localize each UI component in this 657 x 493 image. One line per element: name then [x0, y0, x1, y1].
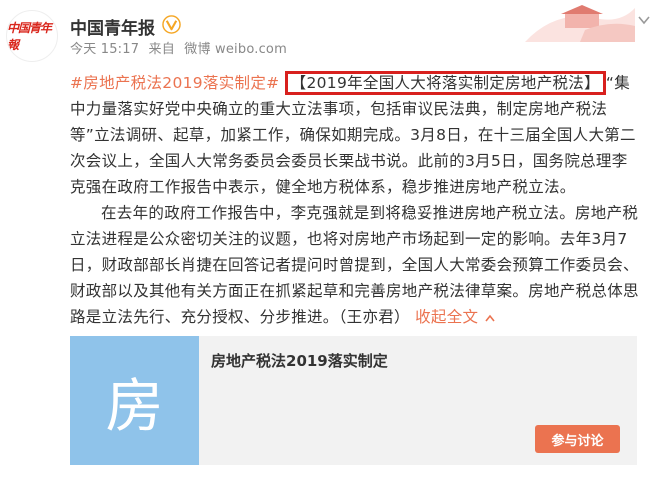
- headline-highlight: 【2019年全国人大将落实制定房地产税法】: [284, 71, 606, 95]
- post-time[interactable]: 今天 15:17: [70, 42, 139, 57]
- avatar-logo-text: 中国青年報: [7, 21, 52, 52]
- post-source-prefix: 来自: [148, 42, 175, 57]
- topic-card-title[interactable]: 房地产税法2019落实制定: [211, 350, 388, 371]
- topic-card[interactable]: 房 房地产税法2019落实制定 参与讨论: [70, 336, 637, 465]
- header-banner-decoration-icon: [525, 0, 635, 42]
- account-name[interactable]: 中国青年报: [70, 14, 155, 39]
- topic-card-thumb-char: 房: [105, 371, 164, 440]
- topic-card-thumbnail: 房: [70, 336, 199, 465]
- collapse-label: 收起全文: [415, 308, 479, 326]
- collapse-link[interactable]: 收起全文: [415, 308, 495, 326]
- avatar[interactable]: 中国青年報: [6, 10, 58, 62]
- paragraph-2-text: 在去年的政府工作报告中，李克强就是到将稳妥推进房地产税立法。房地产税立法进程是公…: [70, 204, 639, 326]
- post-meta: 今天 15:17 来自 微博 weibo.com: [70, 38, 292, 57]
- join-discussion-button[interactable]: 参与讨论: [535, 425, 620, 453]
- chevron-up-icon: [484, 314, 495, 321]
- chevron-down-icon[interactable]: [636, 12, 652, 28]
- post-content: #房地产税法2019落实制定# 【2019年全国人大将落实制定房地产税法】 “集中…: [70, 70, 642, 330]
- post-paragraph-2: 在去年的政府工作报告中，李克强就是到将稳妥推进房地产税立法。房地产税立法进程是公…: [70, 200, 642, 330]
- hashtag-link[interactable]: #房地产税法2019落实制定#: [70, 74, 279, 92]
- post-paragraph-1: #房地产税法2019落实制定# 【2019年全国人大将落实制定房地产税法】 “集中…: [70, 70, 642, 200]
- verified-badge-icon: [162, 15, 181, 34]
- post-source[interactable]: 微博 weibo.com: [184, 42, 287, 57]
